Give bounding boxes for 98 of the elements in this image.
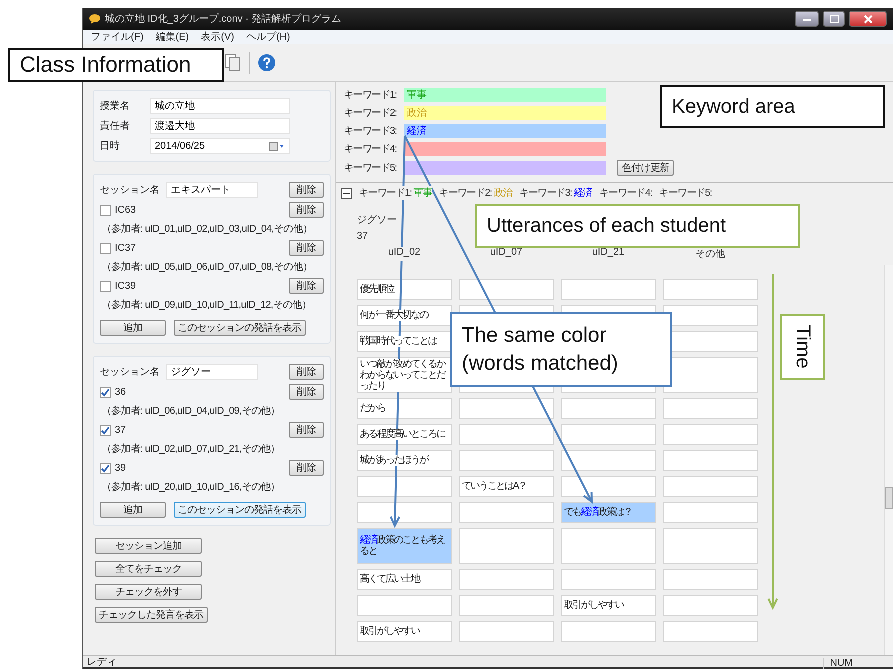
session-number: 37 [357,230,368,244]
keyword-summary: キーワード1: 軍事 [359,186,432,200]
annotation-label: The same color (words matched) [450,312,672,387]
field-label: セッション名 [100,366,160,379]
show-utterances-button[interactable]: このセッションの発話を表示 [174,502,306,518]
window-title: 城の立地 ID化_3グループ.conv - 発話解析プログラム [105,12,343,26]
add-button[interactable]: 追加 [100,502,166,518]
delete-button[interactable]: 削除 [289,460,324,476]
keyword-label: キーワード2: [344,107,398,120]
add-button[interactable]: 追加 [100,320,166,336]
participants-text: （参加者: uID_02,uID_07,uID_21,その他） [101,442,280,456]
keyword-field[interactable] [404,142,606,156]
action-button[interactable]: 全てをチェック [95,561,202,577]
checkbox-label: 36 [115,386,126,398]
delete-button[interactable]: 削除 [289,202,324,218]
delete-button[interactable]: 削除 [289,422,324,438]
utterance-text: ある程度高いところに [360,429,445,440]
annotation-label: Utterances of each student [475,204,800,248]
text-field[interactable]: 渡邉大地 [150,118,290,134]
group-name: ジグソー [357,214,397,228]
close-icon [864,14,872,24]
action-button[interactable]: セッション追加 [95,538,202,554]
minimize-icon [803,18,811,20]
action-button[interactable]: チェックを外す [95,584,202,600]
annotation-label: Time [780,314,825,380]
field-label: 日時 [100,140,121,153]
keyword-summary: キーワード5: [659,186,712,200]
keyword-summary: キーワード3: 経済 [519,186,592,200]
checkbox[interactable] [100,424,111,436]
keyword-summary: キーワード2: 政治 [439,186,512,200]
column-header: uID_02 [388,247,421,261]
keyword-label: キーワード5: [344,162,398,175]
delete-button[interactable]: 削除 [289,240,324,256]
checkbox-label: IC39 [115,280,136,292]
utterance-text: 高くて広い土地 [360,574,420,585]
participants-text: （参加者: uID_05,uID_06,uID_07,uID_08,その他） [101,260,312,274]
keyword-summary: キーワード4: [599,186,652,200]
checkbox[interactable] [100,242,111,254]
help-icon[interactable] [258,54,276,72]
keyword-label: キーワード4: [344,143,398,156]
utterance-text: いつ敵が攻めてくるかわからないってことだったり [360,358,449,392]
keyword-field[interactable]: 経済 [404,124,606,138]
delete-button[interactable]: 削除 [289,384,324,400]
minimize-button[interactable] [795,11,819,27]
update-colors-button[interactable]: 色付け更新 [617,160,674,176]
utterance-text: 優先順位 [360,284,394,295]
utterance-text: 城があったほうが [360,455,428,466]
field-label: 責任者 [100,120,131,133]
keyword-label: キーワード3: [344,125,398,138]
participants-text: （参加者: uID_06,uID_04,uID_09,その他） [101,404,280,418]
text-field[interactable]: ジグソー [166,364,258,380]
menu-item[interactable]: ファイル(F) [91,30,144,44]
text-field[interactable]: 城の立地 [150,98,290,114]
checkbox[interactable] [100,280,111,292]
utterance-text: ていうことはA？ [462,481,527,492]
checkbox[interactable] [100,462,111,474]
action-button[interactable]: チェックした発言を表示 [95,607,208,623]
utterance-text: 何が一番大切なの [360,310,428,321]
menu-item[interactable]: ヘルプ(H) [246,30,290,44]
utterance-text: 取引がしやすい [360,626,420,637]
utterance-text: でも経済政策は？ [564,507,632,518]
utterance-text: 取引がしやすい [564,600,624,611]
checkbox-label: IC63 [115,204,136,216]
field-label: セッション名 [100,184,160,197]
checkbox[interactable] [100,386,111,398]
maximize-button[interactable] [823,11,845,27]
keyword-field[interactable] [404,161,606,175]
keyword-label: キーワード1: [344,89,398,102]
delete-button[interactable]: 削除 [289,364,324,380]
status-indicator: NUM [823,658,859,668]
annotation-label: Class Information [8,48,224,82]
text-field[interactable]: エキスパート [166,182,258,198]
scroll-bar[interactable] [884,265,893,655]
participants-text: （参加者: uID_20,uID_10,uID_16,その他） [101,480,280,494]
participants-text: （参加者: uID_01,uID_02,uID_03,uID_04,その他） [101,222,312,236]
checkbox-label: IC37 [115,242,136,254]
delete-button[interactable]: 削除 [289,182,324,198]
delete-button[interactable]: 削除 [289,278,324,294]
checkbox-label: 39 [115,462,126,474]
utterance-text: 戦国時代ってことは [360,336,436,347]
close-button[interactable] [849,11,887,27]
date-field[interactable]: 2014/06/25 [150,138,290,154]
menu-item[interactable]: 表示(V) [201,30,234,44]
checkbox-label: 37 [115,424,126,436]
participants-text: （参加者: uID_09,uID_10,uID_11,uID_12,その他） [101,298,312,312]
annotation-label: Keyword area [660,85,885,128]
copy-icon[interactable] [225,54,241,72]
app-icon [89,14,101,24]
column-header: その他 [696,247,726,261]
show-utterances-button[interactable]: このセッションの発話を表示 [174,320,306,336]
menu-item[interactable]: 編集(E) [156,30,190,44]
utterance-text: だから [360,403,386,414]
collapse-icon[interactable] [341,188,352,198]
calendar-icon[interactable] [269,142,285,150]
maximize-icon [830,15,838,23]
status-text: レディ [87,656,117,668]
field-label: 授業名 [100,100,131,113]
checkbox[interactable] [100,204,111,216]
